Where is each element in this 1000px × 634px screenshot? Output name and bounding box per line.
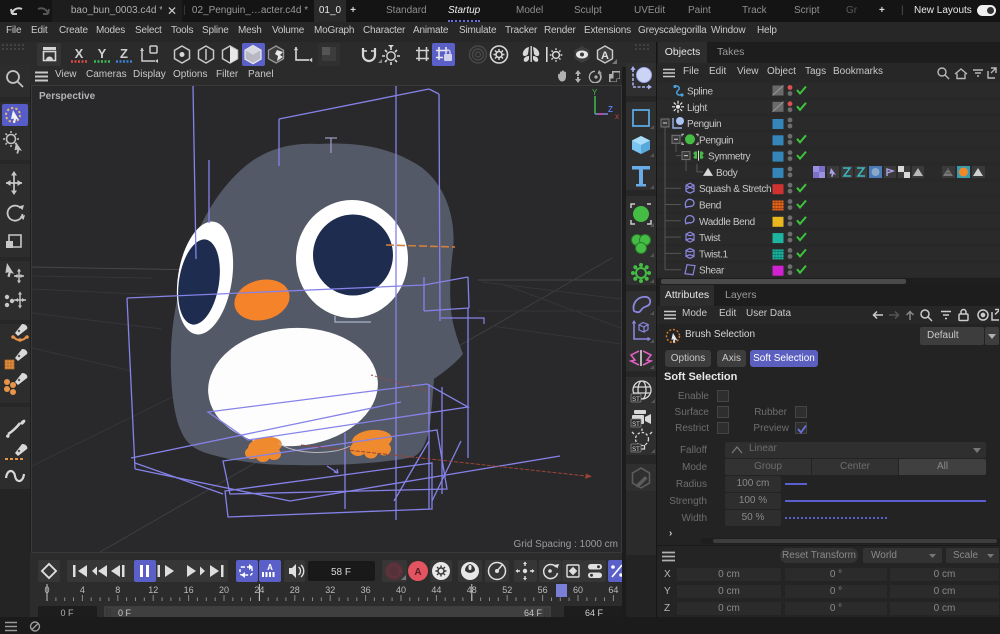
svg-text:Grid Spacing : 1000 cm: Grid Spacing : 1000 cm — [514, 539, 619, 550]
svg-text:ST: ST — [632, 447, 640, 453]
svg-text:60: 60 — [573, 585, 583, 595]
svg-text:Y: Y — [98, 46, 107, 61]
svg-text:8: 8 — [115, 585, 120, 595]
svg-text:Light: Light — [687, 103, 708, 114]
svg-text:Z: Z — [608, 105, 613, 114]
svg-text:Twist: Twist — [699, 233, 721, 244]
svg-text:ST: ST — [632, 422, 640, 428]
svg-text:A: A — [267, 563, 273, 572]
svg-text:X: X — [75, 46, 84, 61]
svg-text:Penguin: Penguin — [699, 135, 733, 146]
svg-text:Shear: Shear — [699, 266, 725, 277]
svg-text:58 F: 58 F — [331, 567, 351, 578]
svg-text:Perspective: Perspective — [39, 91, 96, 102]
svg-text:64 F: 64 F — [524, 608, 543, 617]
svg-text:36: 36 — [361, 585, 371, 595]
svg-text:Waddle Bend: Waddle Bend — [699, 217, 755, 228]
svg-text:56: 56 — [538, 585, 548, 595]
svg-text:40: 40 — [396, 585, 406, 595]
svg-text:A: A — [414, 567, 421, 578]
svg-text:Squash & Stretch: Squash & Stretch — [699, 184, 771, 195]
svg-text:Penguin: Penguin — [687, 119, 721, 130]
svg-text:20: 20 — [219, 585, 229, 595]
svg-text:16: 16 — [184, 585, 194, 595]
svg-text:Bend: Bend — [699, 201, 721, 212]
svg-text:A: A — [601, 50, 609, 62]
svg-text:Body: Body — [716, 168, 738, 179]
svg-text:12: 12 — [148, 585, 158, 595]
svg-text:Z: Z — [120, 46, 128, 61]
svg-text:Twist.1: Twist.1 — [699, 249, 728, 260]
svg-text:4: 4 — [80, 585, 85, 595]
svg-text:0 F: 0 F — [118, 608, 132, 617]
svg-text:Symmetry: Symmetry — [708, 152, 751, 163]
svg-text:52: 52 — [502, 585, 512, 595]
svg-text:Spline: Spline — [687, 87, 713, 98]
svg-text:64 F: 64 F — [585, 608, 604, 617]
svg-text:ST: ST — [632, 397, 640, 403]
svg-text:0 F: 0 F — [60, 608, 74, 617]
svg-text:32: 32 — [325, 585, 335, 595]
svg-text:Y: Y — [592, 88, 598, 97]
svg-text:28: 28 — [290, 585, 300, 595]
svg-text:64: 64 — [608, 585, 618, 595]
svg-text:44: 44 — [431, 585, 441, 595]
svg-text:x: x — [615, 112, 619, 121]
